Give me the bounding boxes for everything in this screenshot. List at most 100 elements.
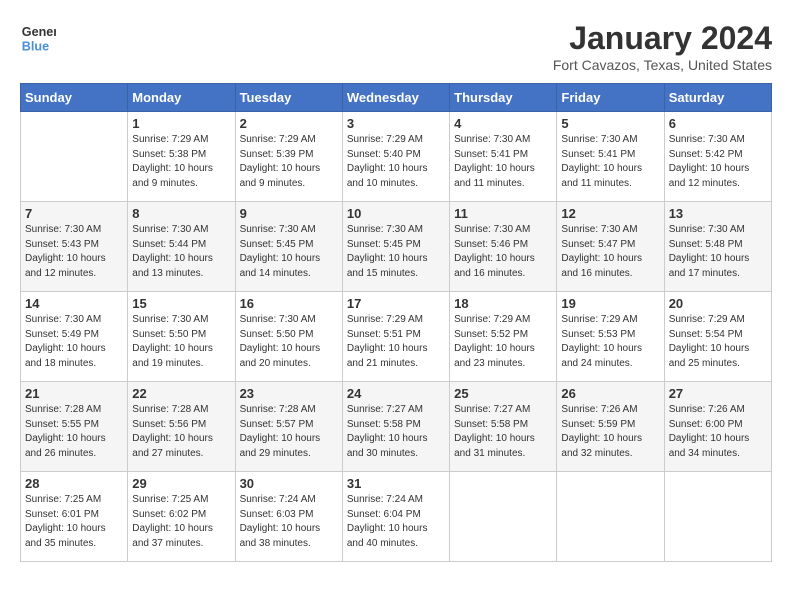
day-cell: 16 Sunrise: 7:30 AM Sunset: 5:50 PM Dayli…	[235, 292, 342, 382]
day-number: 12	[561, 206, 659, 221]
day-cell: 30 Sunrise: 7:24 AM Sunset: 6:03 PM Dayli…	[235, 472, 342, 562]
day-number: 16	[240, 296, 338, 311]
day-number: 23	[240, 386, 338, 401]
day-cell: 26Sunrise: 7:26 AM Sunset: 5:59 PM Dayli…	[557, 382, 664, 472]
header-cell-friday: Friday	[557, 84, 664, 112]
day-cell: 18 Sunrise: 7:29 AM Sunset: 5:52 PM Dayli…	[450, 292, 557, 382]
calendar-title: January 2024	[553, 20, 772, 57]
day-cell: 29 Sunrise: 7:25 AM Sunset: 6:02 PM Dayli…	[128, 472, 235, 562]
day-info: Sunrise: 7:30 AM Sunset: 5:41 PM Dayligh…	[454, 133, 552, 191]
day-cell: 22Sunrise: 7:28 AM Sunset: 5:56 PM Dayli…	[128, 382, 235, 472]
day-info: Sunrise: 7:29 AM Sunset: 5:52 PM Dayligh…	[454, 313, 552, 371]
svg-text:General: General	[22, 25, 56, 39]
day-cell: 4 Sunrise: 7:30 AM Sunset: 5:41 PM Daylig…	[450, 112, 557, 202]
day-cell	[450, 472, 557, 562]
day-info: Sunrise: 7:29 AM Sunset: 5:51 PM Dayligh…	[347, 313, 445, 371]
day-info: Sunrise: 7:24 AM Sunset: 6:03 PM Dayligh…	[240, 493, 338, 551]
day-info: Sunrise: 7:26 AM Sunset: 5:59 PM Dayligh…	[561, 403, 659, 461]
day-cell: 1Sunrise: 7:29 AM Sunset: 5:38 PM Daylig…	[128, 112, 235, 202]
day-number: 20	[669, 296, 767, 311]
day-info: Sunrise: 7:24 AM Sunset: 6:04 PM Dayligh…	[347, 493, 445, 551]
day-number: 7	[25, 206, 123, 221]
day-number: 3	[347, 116, 445, 131]
day-info: Sunrise: 7:30 AM Sunset: 5:41 PM Dayligh…	[561, 133, 659, 191]
day-info: Sunrise: 7:27 AM Sunset: 5:58 PM Dayligh…	[347, 403, 445, 461]
header-cell-thursday: Thursday	[450, 84, 557, 112]
day-cell: 23Sunrise: 7:28 AM Sunset: 5:57 PM Dayli…	[235, 382, 342, 472]
calendar-table: SundayMondayTuesdayWednesdayThursdayFrid…	[20, 83, 772, 562]
day-info: Sunrise: 7:30 AM Sunset: 5:46 PM Dayligh…	[454, 223, 552, 281]
day-cell: 12 Sunrise: 7:30 AM Sunset: 5:47 PM Dayli…	[557, 202, 664, 292]
day-info: Sunrise: 7:30 AM Sunset: 5:45 PM Dayligh…	[240, 223, 338, 281]
day-info: Sunrise: 7:30 AM Sunset: 5:43 PM Dayligh…	[25, 223, 123, 281]
week-row-3: 14 Sunrise: 7:30 AM Sunset: 5:49 PM Dayli…	[21, 292, 772, 382]
day-number: 4	[454, 116, 552, 131]
day-cell: 5 Sunrise: 7:30 AM Sunset: 5:41 PM Daylig…	[557, 112, 664, 202]
day-cell: 13 Sunrise: 7:30 AM Sunset: 5:48 PM Dayli…	[664, 202, 771, 292]
day-info: Sunrise: 7:30 AM Sunset: 5:50 PM Dayligh…	[132, 313, 230, 371]
day-info: Sunrise: 7:29 AM Sunset: 5:53 PM Dayligh…	[561, 313, 659, 371]
day-number: 22	[132, 386, 230, 401]
day-number: 15	[132, 296, 230, 311]
day-cell	[21, 112, 128, 202]
day-number: 29	[132, 476, 230, 491]
day-cell: 14 Sunrise: 7:30 AM Sunset: 5:49 PM Dayli…	[21, 292, 128, 382]
calendar-subtitle: Fort Cavazos, Texas, United States	[553, 57, 772, 73]
day-info: Sunrise: 7:30 AM Sunset: 5:48 PM Dayligh…	[669, 223, 767, 281]
day-cell: 15 Sunrise: 7:30 AM Sunset: 5:50 PM Dayli…	[128, 292, 235, 382]
week-row-2: 7 Sunrise: 7:30 AM Sunset: 5:43 PM Daylig…	[21, 202, 772, 292]
logo-icon: General Blue	[20, 20, 56, 56]
header-cell-saturday: Saturday	[664, 84, 771, 112]
day-info: Sunrise: 7:26 AM Sunset: 6:00 PM Dayligh…	[669, 403, 767, 461]
day-info: Sunrise: 7:30 AM Sunset: 5:49 PM Dayligh…	[25, 313, 123, 371]
header-cell-wednesday: Wednesday	[342, 84, 449, 112]
day-cell	[664, 472, 771, 562]
day-info: Sunrise: 7:30 AM Sunset: 5:47 PM Dayligh…	[561, 223, 659, 281]
day-number: 30	[240, 476, 338, 491]
header-cell-sunday: Sunday	[21, 84, 128, 112]
header-cell-tuesday: Tuesday	[235, 84, 342, 112]
day-number: 10	[347, 206, 445, 221]
day-number: 18	[454, 296, 552, 311]
day-number: 9	[240, 206, 338, 221]
day-number: 13	[669, 206, 767, 221]
day-number: 14	[25, 296, 123, 311]
day-number: 31	[347, 476, 445, 491]
day-cell	[557, 472, 664, 562]
day-info: Sunrise: 7:30 AM Sunset: 5:50 PM Dayligh…	[240, 313, 338, 371]
day-number: 1	[132, 116, 230, 131]
day-cell: 27 Sunrise: 7:26 AM Sunset: 6:00 PM Dayli…	[664, 382, 771, 472]
day-number: 11	[454, 206, 552, 221]
day-info: Sunrise: 7:25 AM Sunset: 6:01 PM Dayligh…	[25, 493, 123, 551]
day-info: Sunrise: 7:29 AM Sunset: 5:54 PM Dayligh…	[669, 313, 767, 371]
week-row-5: 28 Sunrise: 7:25 AM Sunset: 6:01 PM Dayli…	[21, 472, 772, 562]
day-info: Sunrise: 7:30 AM Sunset: 5:44 PM Dayligh…	[132, 223, 230, 281]
day-number: 28	[25, 476, 123, 491]
day-info: Sunrise: 7:25 AM Sunset: 6:02 PM Dayligh…	[132, 493, 230, 551]
day-number: 19	[561, 296, 659, 311]
logo: General Blue	[20, 20, 56, 56]
svg-text:Blue: Blue	[22, 40, 49, 54]
day-cell: 2Sunrise: 7:29 AM Sunset: 5:39 PM Daylig…	[235, 112, 342, 202]
title-section: January 2024 Fort Cavazos, Texas, United…	[553, 20, 772, 73]
day-cell: 28 Sunrise: 7:25 AM Sunset: 6:01 PM Dayli…	[21, 472, 128, 562]
day-number: 5	[561, 116, 659, 131]
day-cell: 24 Sunrise: 7:27 AM Sunset: 5:58 PM Dayli…	[342, 382, 449, 472]
day-cell: 11 Sunrise: 7:30 AM Sunset: 5:46 PM Dayli…	[450, 202, 557, 292]
day-info: Sunrise: 7:29 AM Sunset: 5:40 PM Dayligh…	[347, 133, 445, 191]
day-number: 25	[454, 386, 552, 401]
day-number: 24	[347, 386, 445, 401]
day-number: 2	[240, 116, 338, 131]
day-info: Sunrise: 7:28 AM Sunset: 5:55 PM Dayligh…	[25, 403, 123, 461]
day-cell: 10 Sunrise: 7:30 AM Sunset: 5:45 PM Dayli…	[342, 202, 449, 292]
day-number: 27	[669, 386, 767, 401]
page-header: General Blue January 2024 Fort Cavazos, …	[20, 20, 772, 73]
day-cell: 8Sunrise: 7:30 AM Sunset: 5:44 PM Daylig…	[128, 202, 235, 292]
day-cell: 21 Sunrise: 7:28 AM Sunset: 5:55 PM Dayli…	[21, 382, 128, 472]
day-cell: 9 Sunrise: 7:30 AM Sunset: 5:45 PM Daylig…	[235, 202, 342, 292]
day-cell: 20 Sunrise: 7:29 AM Sunset: 5:54 PM Dayli…	[664, 292, 771, 382]
day-info: Sunrise: 7:30 AM Sunset: 5:45 PM Dayligh…	[347, 223, 445, 281]
day-cell: 6Sunrise: 7:30 AM Sunset: 5:42 PM Daylig…	[664, 112, 771, 202]
week-row-1: 1Sunrise: 7:29 AM Sunset: 5:38 PM Daylig…	[21, 112, 772, 202]
day-number: 21	[25, 386, 123, 401]
